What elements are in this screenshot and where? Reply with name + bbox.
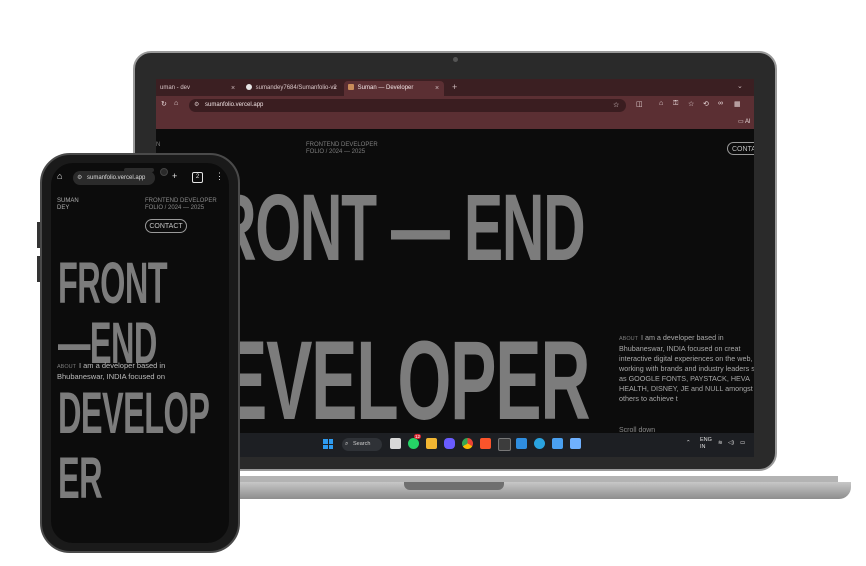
- hero-heading-line3: DEVELOP: [58, 381, 210, 446]
- phone-address-url: sumanfolio.vercel.app: [87, 175, 146, 181]
- phone-screen: ⌂ ⚙ sumanfolio.vercel.app + 2 ⋮ SUMAN DE…: [51, 163, 229, 543]
- tray-chevron-icon[interactable]: ⌃: [686, 440, 691, 446]
- tab-switcher-button[interactable]: 2: [192, 172, 203, 183]
- close-tab-icon[interactable]: ×: [231, 81, 235, 96]
- close-tab-icon[interactable]: ×: [435, 81, 439, 96]
- site-role: FRONTEND DEVELOPER: [145, 198, 217, 204]
- file-explorer-icon[interactable]: [426, 438, 437, 449]
- address-url: sumanfolio.vercel.app: [205, 102, 264, 108]
- link-icon[interactable]: ∞: [718, 100, 723, 107]
- hero-heading-line4: ER: [58, 446, 103, 511]
- phone-speaker: [124, 168, 154, 172]
- site-info-icon[interactable]: ⚙: [194, 99, 199, 112]
- tab-search-chevron-icon[interactable]: ⌄: [737, 82, 743, 90]
- laptop-camera: [453, 57, 458, 62]
- whatsapp-badge: 12: [414, 434, 422, 439]
- tab-suman-developer[interactable]: Suman — Developer ×: [344, 81, 444, 96]
- notepad-icon[interactable]: [552, 438, 563, 449]
- site-info-icon[interactable]: ⚙: [77, 171, 82, 185]
- site-folio: FOLIO / 2024 — 2025: [306, 149, 366, 155]
- terminal-icon[interactable]: [498, 438, 511, 451]
- site-name-last: DEY: [57, 205, 70, 211]
- about-paragraph: ABOUT I am a developer based in Bhubanesw…: [619, 333, 754, 404]
- bookmarks-bar: ▭ Al: [156, 115, 754, 129]
- reload-icon[interactable]: ↻: [161, 100, 167, 108]
- snipping-tool-icon[interactable]: [570, 438, 581, 449]
- taskbar-search-label: Search: [353, 441, 371, 447]
- site-name: SUMAN DEY: [57, 198, 79, 212]
- volume-icon[interactable]: ◁): [728, 440, 734, 446]
- close-tab-icon[interactable]: ×: [333, 81, 337, 96]
- taskbar-search[interactable]: ⌕ Search: [342, 438, 382, 451]
- tab-label: sumandey7684/Sumanfolio-v2: [255, 85, 337, 91]
- about-tag: ABOUT: [57, 364, 76, 370]
- key-icon[interactable]: ⚿: [673, 100, 678, 108]
- contact-button[interactable]: CONTACT: [727, 142, 754, 155]
- chrome-icon[interactable]: [462, 438, 473, 449]
- phone-camera: [160, 168, 168, 176]
- all-bookmarks-folder[interactable]: ▭ Al: [738, 118, 750, 125]
- brave-icon[interactable]: [480, 438, 491, 449]
- start-button[interactable]: [323, 439, 333, 449]
- site-folio: FOLIO / 2024 — 2025: [145, 205, 205, 211]
- browser-toolbar: ↻ ⌂ ⚙ sumanfolio.vercel.app ☆ ◫ ⌂ ⚿ ☆ ⟲ …: [156, 96, 754, 115]
- home-icon[interactable]: ⌂: [174, 100, 178, 107]
- new-tab-button[interactable]: +: [452, 82, 457, 92]
- favorites-icon[interactable]: ☆: [688, 100, 694, 108]
- search-icon: ⌕: [345, 441, 349, 447]
- tab-github-repo[interactable]: sumandey7684/Sumanfolio-v2 ×: [242, 81, 342, 96]
- home-icon[interactable]: ⌂: [57, 171, 62, 181]
- browser-tab-bar: uman - dev × sumandey7684/Sumanfolio-v2 …: [156, 79, 754, 96]
- windows-taskbar: ⌕ Search 12 ⌃ ENG IN ≋ ◁) ▭: [156, 433, 754, 457]
- site-name-first: SUMAN: [57, 198, 79, 204]
- vscode-icon[interactable]: [516, 438, 527, 449]
- telegram-icon[interactable]: [534, 438, 545, 449]
- qr-icon[interactable]: ▦: [734, 100, 741, 108]
- phone-address-bar[interactable]: ⚙ sumanfolio.vercel.app: [73, 171, 155, 185]
- menu-icon[interactable]: ⋮: [215, 171, 224, 182]
- battery-icon[interactable]: ▭: [740, 440, 745, 446]
- laptop-screen: uman - dev × sumandey7684/Sumanfolio-v2 …: [156, 79, 754, 457]
- task-view-icon[interactable]: [390, 438, 401, 449]
- site-role: FRONTEND DEVELOPER: [306, 142, 378, 148]
- bookmarks-label: Al: [745, 119, 751, 125]
- site-favicon-icon: [348, 84, 354, 91]
- hero-heading-line1: RONT — END: [214, 175, 586, 281]
- wifi-icon[interactable]: ≋: [718, 440, 723, 446]
- hero-heading-line1: FRONT: [58, 251, 168, 316]
- about-text: I am a developer based in Bhubaneswar, I…: [619, 333, 754, 403]
- contact-button[interactable]: CONTACT: [145, 219, 187, 233]
- language-code: ENG: [700, 437, 712, 443]
- profile-icon[interactable]: ⌂: [659, 100, 663, 107]
- whatsapp-icon[interactable]: 12: [408, 434, 422, 449]
- github-icon: [246, 84, 252, 91]
- site-name-fragment: N: [156, 142, 161, 148]
- tab-label: Suman — Developer: [357, 85, 414, 91]
- history-icon[interactable]: ⟲: [703, 100, 709, 108]
- hero-heading-line2: EVELOPER: [221, 318, 590, 443]
- about-tag: ABOUT: [619, 336, 638, 342]
- tab-label: uman - dev: [160, 85, 191, 91]
- language-indicator[interactable]: ENG IN: [700, 437, 712, 451]
- new-tab-icon[interactable]: +: [172, 171, 177, 181]
- phone-about-paragraph: ABOUT I am a developer based in Bhubanesw…: [57, 361, 182, 382]
- copilot-icon[interactable]: [444, 438, 455, 449]
- tab-suman-dev[interactable]: uman - dev ×: [156, 81, 240, 96]
- bookmark-star-icon[interactable]: ☆: [613, 99, 619, 112]
- address-bar[interactable]: ⚙ sumanfolio.vercel.app ☆: [189, 99, 626, 112]
- language-region: IN: [700, 444, 706, 450]
- laptop-opening-notch: [404, 482, 504, 490]
- extensions-icon[interactable]: ◫: [636, 100, 643, 108]
